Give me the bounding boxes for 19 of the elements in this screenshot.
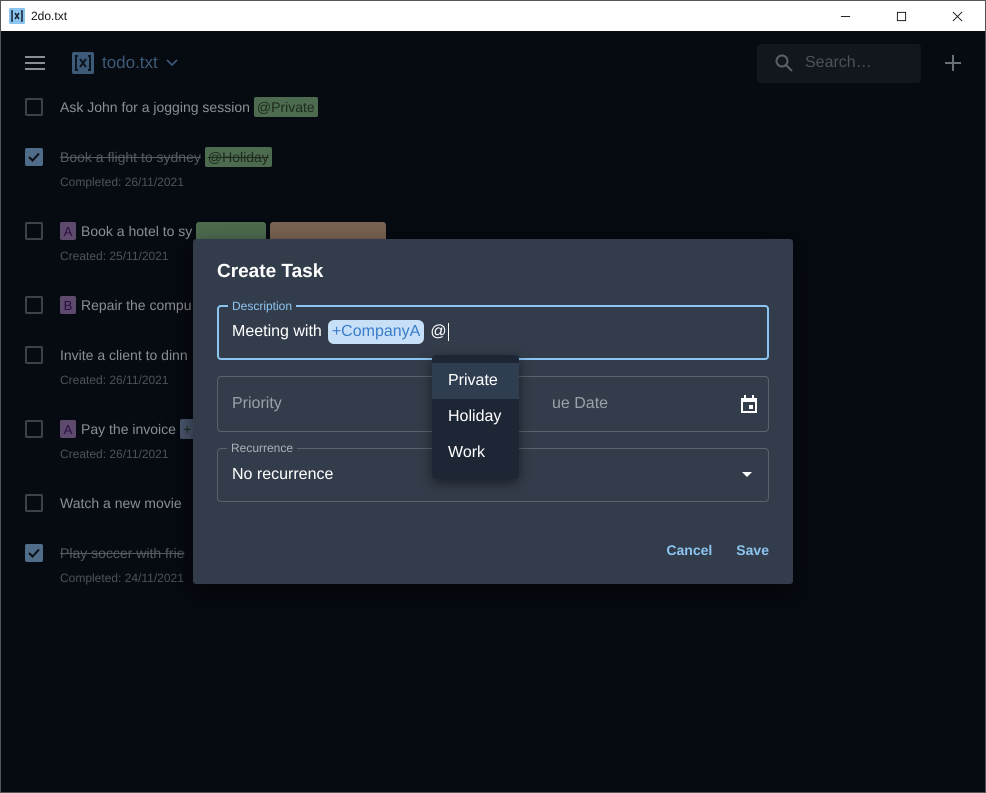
priority-badge: A (60, 420, 76, 438)
task-date: Created: 26/11/2021 (60, 373, 169, 387)
priority-badge: B (60, 296, 76, 314)
task-date: Created: 25/11/2021 (60, 249, 169, 263)
task-date: Completed: 26/11/2021 (60, 175, 184, 189)
priority-badge: A (60, 222, 76, 240)
field-label: Description (228, 299, 296, 313)
task-date: Completed: 24/11/2021 (60, 571, 184, 585)
field-label: Recurrence (227, 440, 298, 455)
description-text: @ (430, 323, 447, 342)
dialog-title: Create Task (217, 261, 324, 283)
project-tag: +CompanyA (328, 320, 424, 344)
recurrence-value: No recurrence (232, 466, 334, 484)
task-date: Created: 26/11/2021 (60, 447, 169, 461)
task-tag: + (180, 419, 194, 439)
task-tag: @Holiday (204, 147, 272, 167)
window-title: 2do.txt (31, 9, 68, 23)
task-tag: @Private (254, 97, 318, 117)
description-text: Meeting with (232, 323, 322, 342)
